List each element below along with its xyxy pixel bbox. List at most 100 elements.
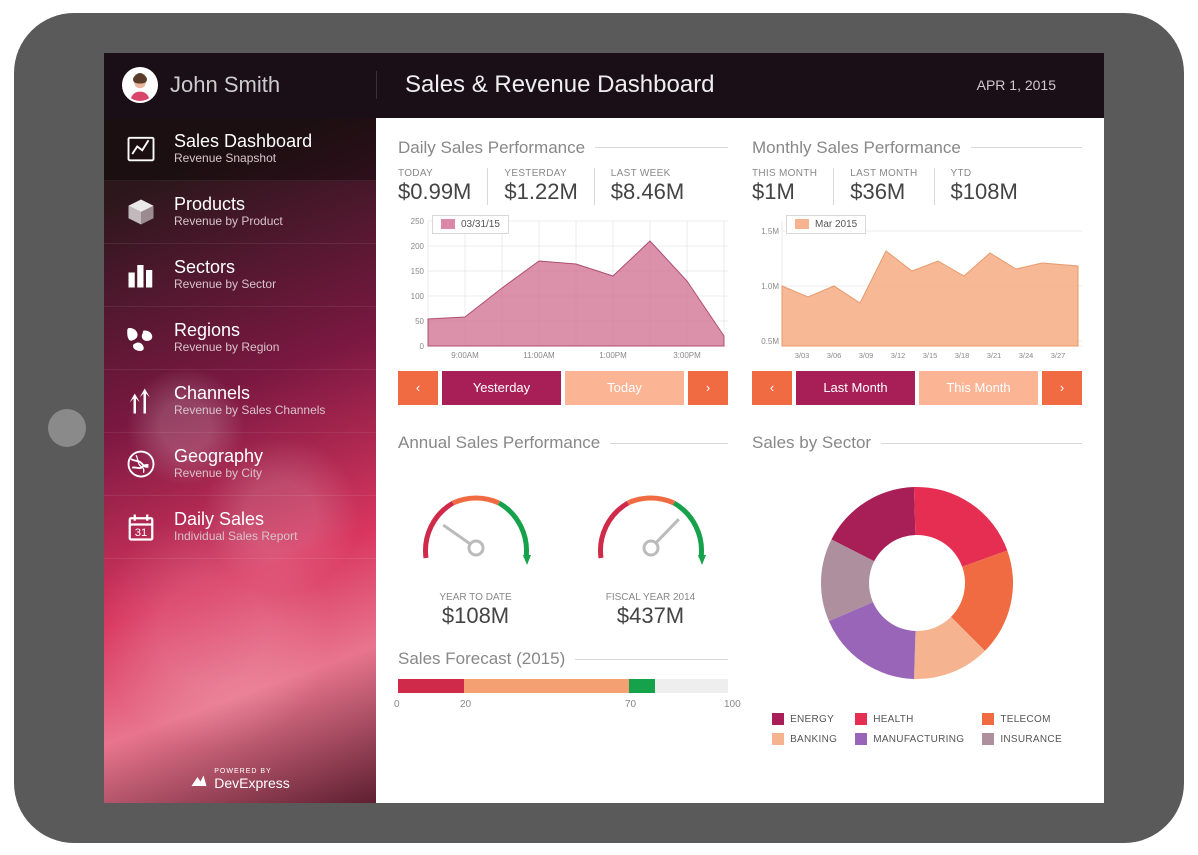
monthly-chart: 1.5M1.0M0.5M 3/033/063/09 3/123/153/18 3…: [752, 211, 1082, 361]
sidebar-item-regions[interactable]: RegionsRevenue by Region: [104, 307, 376, 370]
legend-banking: BANKING: [772, 733, 837, 745]
svg-text:150: 150: [411, 267, 425, 276]
daily-panel: Daily Sales Performance TODAY$0.99MYESTE…: [398, 138, 728, 414]
arrows-up-icon: [124, 384, 158, 418]
svg-text:9:00AM: 9:00AM: [451, 351, 479, 360]
svg-text:11:00AM: 11:00AM: [523, 351, 555, 360]
sidebar-item-channels[interactable]: ChannelsRevenue by Sales Channels: [104, 370, 376, 433]
app-screen: John Smith Sales & Revenue Dashboard APR…: [104, 53, 1104, 803]
header-date: APR 1, 2015: [977, 77, 1076, 93]
legend-health: HEALTH: [855, 713, 964, 725]
sidebar-item-label: Daily Sales: [174, 510, 297, 530]
svg-text:250: 250: [411, 217, 425, 226]
legend-manufacturing: MANUFACTURING: [855, 733, 964, 745]
svg-text:100: 100: [411, 292, 425, 301]
sidebar-item-sub: Revenue by City: [174, 466, 263, 480]
header: John Smith Sales & Revenue Dashboard APR…: [104, 53, 1104, 118]
sidebar-item-daily-sales[interactable]: 31Daily SalesIndividual Sales Report: [104, 496, 376, 559]
svg-text:3/15: 3/15: [923, 351, 938, 360]
monthly-lastmonth-button[interactable]: Last Month: [796, 371, 915, 405]
svg-text:3/27: 3/27: [1051, 351, 1066, 360]
sidebar-item-label: Sales Dashboard: [174, 132, 312, 152]
forecast-tick: 0: [394, 699, 400, 710]
sector-donut: [797, 463, 1037, 703]
daily-today-button[interactable]: Today: [565, 371, 684, 405]
daily-chart-legend: 03/31/15: [432, 215, 509, 234]
stat-ytd: YTD$108M: [934, 168, 1034, 205]
brand-name: DevExpress: [214, 775, 289, 791]
brand-badge: POWERED BYDevExpress: [104, 770, 376, 791]
daily-yesterday-button[interactable]: Yesterday: [442, 371, 561, 405]
svg-text:1.0M: 1.0M: [761, 282, 779, 291]
sidebar-item-sub: Revenue by Region: [174, 340, 279, 354]
forecast-tick: 70: [625, 699, 636, 710]
svg-text:0.5M: 0.5M: [761, 337, 779, 346]
svg-text:50: 50: [415, 317, 424, 326]
sector-title: Sales by Sector: [752, 433, 1082, 453]
gauge-fiscal-year-2014: FISCAL YEAR 2014$437M: [576, 473, 726, 629]
sidebar: Sales DashboardRevenue SnapshotProductsR…: [104, 118, 376, 803]
stat-last-week: LAST WEEK$8.46M: [594, 168, 700, 205]
forecast-tick: 100: [724, 699, 741, 710]
sidebar-item-sectors[interactable]: SectorsRevenue by Sector: [104, 244, 376, 307]
monthly-next-button[interactable]: ›: [1042, 371, 1082, 405]
stat-yesterday: YESTERDAY$1.22M: [487, 168, 593, 205]
forecast-bar: [398, 679, 728, 693]
forecast-segment: [629, 679, 655, 693]
sector-panel: Sales by Sector ENERGY HEALTH TELECOM BANKI…: [752, 433, 1082, 754]
annual-forecast-col: Annual Sales Performance YEAR TO DATE$10…: [398, 433, 728, 754]
svg-text:31: 31: [135, 526, 148, 538]
forecast-segment: [398, 679, 464, 693]
box-icon: [124, 195, 158, 229]
sidebar-item-sales-dashboard[interactable]: Sales DashboardRevenue Snapshot: [104, 118, 376, 181]
tablet-home-button[interactable]: [48, 409, 86, 447]
page-title: Sales & Revenue Dashboard: [405, 71, 715, 99]
sidebar-item-label: Channels: [174, 384, 325, 404]
avatar: [122, 67, 158, 103]
user-name: John Smith: [170, 72, 280, 98]
globe-icon: [124, 447, 158, 481]
user-block[interactable]: John Smith: [104, 67, 376, 103]
legend-energy: ENERGY: [772, 713, 837, 725]
stat-this-month: THIS MONTH$1M: [752, 168, 833, 205]
monthly-nav: ‹ Last Month This Month ›: [752, 371, 1082, 405]
svg-text:3/03: 3/03: [795, 351, 810, 360]
sidebar-item-label: Geography: [174, 447, 263, 467]
svg-text:3/24: 3/24: [1019, 351, 1034, 360]
forecast-title: Sales Forecast (2015): [398, 649, 728, 669]
svg-text:3/18: 3/18: [955, 351, 970, 360]
daily-chart: 250200150 100500 9:00AM11:00AM 1:00PM3:0…: [398, 211, 728, 361]
monthly-chart-legend: Mar 2015: [786, 215, 866, 234]
chart-line-icon: [124, 132, 158, 166]
svg-text:3:00PM: 3:00PM: [673, 351, 701, 360]
monthly-thismonth-button[interactable]: This Month: [919, 371, 1038, 405]
sidebar-item-label: Regions: [174, 321, 279, 341]
svg-text:3/12: 3/12: [891, 351, 906, 360]
annual-title: Annual Sales Performance: [398, 433, 728, 453]
svg-text:1.5M: 1.5M: [761, 227, 779, 236]
tablet-frame: John Smith Sales & Revenue Dashboard APR…: [14, 13, 1184, 843]
stat-today: TODAY$0.99M: [398, 168, 487, 205]
sidebar-item-sub: Revenue by Sales Channels: [174, 403, 325, 417]
daily-prev-button[interactable]: ‹: [398, 371, 438, 405]
main-content: Daily Sales Performance TODAY$0.99MYESTE…: [376, 118, 1104, 803]
legend-insurance: INSURANCE: [982, 733, 1062, 745]
buildings-icon: [124, 258, 158, 292]
sidebar-item-label: Sectors: [174, 258, 276, 278]
sidebar-item-sub: Revenue Snapshot: [174, 151, 312, 165]
svg-text:3/06: 3/06: [827, 351, 842, 360]
legend-telecom: TELECOM: [982, 713, 1062, 725]
donut-slice-health: [914, 487, 1007, 567]
sidebar-item-label: Products: [174, 195, 283, 215]
monthly-panel: Monthly Sales Performance THIS MONTH$1ML…: [752, 138, 1082, 414]
svg-text:0: 0: [420, 342, 425, 351]
daily-title: Daily Sales Performance: [398, 138, 728, 158]
monthly-title: Monthly Sales Performance: [752, 138, 1082, 158]
stat-last-month: LAST MONTH$36M: [833, 168, 933, 205]
daily-next-button[interactable]: ›: [688, 371, 728, 405]
sidebar-item-sub: Revenue by Product: [174, 214, 283, 228]
sidebar-item-geography[interactable]: GeographyRevenue by City: [104, 433, 376, 496]
daily-nav: ‹ Yesterday Today ›: [398, 371, 728, 405]
sidebar-item-products[interactable]: ProductsRevenue by Product: [104, 181, 376, 244]
monthly-prev-button[interactable]: ‹: [752, 371, 792, 405]
